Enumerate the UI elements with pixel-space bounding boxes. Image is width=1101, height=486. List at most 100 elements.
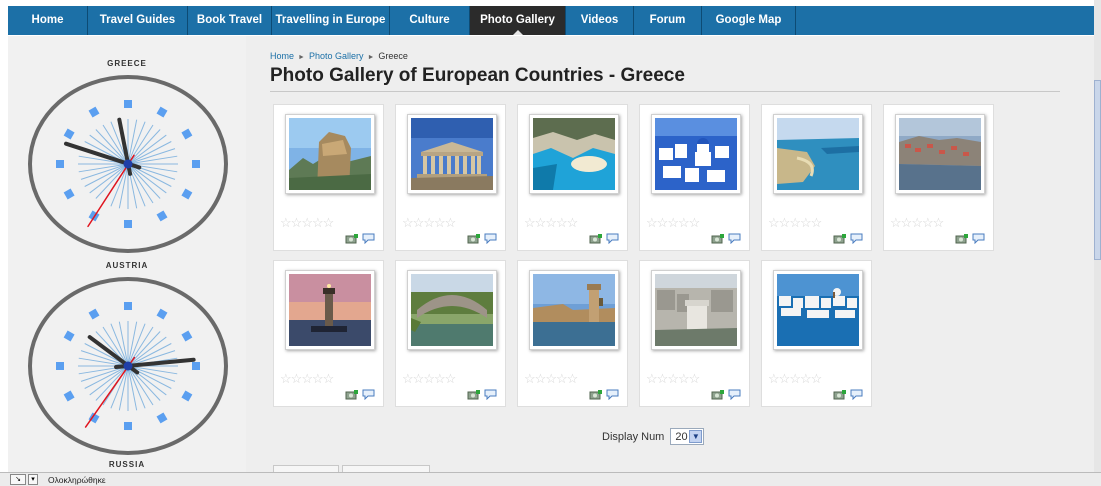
comment-icon[interactable] (850, 233, 864, 244)
star-icon[interactable]: ☆ (535, 215, 547, 230)
photo-thumbnail[interactable] (529, 114, 619, 194)
photo-thumbnail[interactable] (651, 270, 741, 350)
star-icon[interactable]: ☆ (312, 371, 324, 386)
star-icon[interactable]: ☆ (423, 371, 435, 386)
comment-icon[interactable] (484, 389, 498, 400)
add-photo-icon[interactable] (833, 389, 847, 400)
star-icon[interactable]: ☆ (768, 215, 780, 230)
star-icon[interactable]: ☆ (556, 215, 568, 230)
nav-item-home[interactable]: Home (8, 6, 88, 35)
photo-thumbnail[interactable] (285, 114, 375, 194)
star-icon[interactable]: ☆ (779, 371, 791, 386)
star-icon[interactable]: ☆ (933, 215, 945, 230)
add-photo-icon[interactable] (955, 233, 969, 244)
comment-icon[interactable] (484, 233, 498, 244)
star-rating[interactable]: ☆☆☆☆☆ (524, 215, 579, 231)
star-icon[interactable]: ☆ (556, 371, 568, 386)
star-icon[interactable]: ☆ (890, 215, 902, 230)
star-rating[interactable]: ☆☆☆☆☆ (646, 371, 701, 387)
star-rating[interactable]: ☆☆☆☆☆ (646, 215, 701, 231)
page-scrollbar[interactable] (1094, 0, 1101, 472)
breadcrumb-photo-gallery[interactable]: Photo Gallery (309, 51, 364, 61)
add-photo-icon[interactable] (711, 233, 725, 244)
photo-thumbnail[interactable] (285, 270, 375, 350)
star-icon[interactable]: ☆ (312, 215, 324, 230)
star-icon[interactable]: ☆ (434, 215, 446, 230)
chevron-down-icon[interactable]: ▼ (689, 430, 703, 443)
photo-thumbnail[interactable] (407, 114, 497, 194)
nav-item-travel-guides[interactable]: Travel Guides (88, 6, 188, 35)
star-icon[interactable]: ☆ (445, 371, 457, 386)
star-icon[interactable]: ☆ (402, 215, 414, 230)
photo-thumbnail[interactable] (407, 270, 497, 350)
nav-item-videos[interactable]: Videos (566, 6, 634, 35)
add-photo-icon[interactable] (467, 389, 481, 400)
star-icon[interactable]: ☆ (301, 215, 313, 230)
nav-item-culture[interactable]: Culture (390, 6, 470, 35)
star-icon[interactable]: ☆ (301, 371, 313, 386)
star-icon[interactable]: ☆ (535, 371, 547, 386)
star-icon[interactable]: ☆ (323, 371, 335, 386)
star-icon[interactable]: ☆ (646, 215, 658, 230)
star-icon[interactable]: ☆ (413, 371, 425, 386)
photo-thumbnail[interactable] (773, 114, 863, 194)
star-icon[interactable]: ☆ (413, 215, 425, 230)
add-photo-icon[interactable] (589, 389, 603, 400)
star-icon[interactable]: ☆ (678, 371, 690, 386)
status-dropdown-icon[interactable]: ▾ (28, 474, 38, 485)
star-icon[interactable]: ☆ (811, 215, 823, 230)
nav-item-book-travel[interactable]: Book Travel (188, 6, 272, 35)
star-icon[interactable]: ☆ (545, 215, 557, 230)
star-rating[interactable]: ☆☆☆☆☆ (280, 371, 335, 387)
star-icon[interactable]: ☆ (667, 371, 679, 386)
star-icon[interactable]: ☆ (678, 215, 690, 230)
comment-icon[interactable] (728, 389, 742, 400)
star-icon[interactable]: ☆ (291, 371, 303, 386)
star-icon[interactable]: ☆ (911, 215, 923, 230)
star-icon[interactable]: ☆ (567, 215, 579, 230)
add-photo-icon[interactable] (345, 389, 359, 400)
star-icon[interactable]: ☆ (689, 371, 701, 386)
add-photo-icon[interactable] (589, 233, 603, 244)
scrollbar-thumb[interactable] (1094, 80, 1101, 260)
display-num-select[interactable]: 20 ▼ (670, 428, 705, 445)
star-rating[interactable]: ☆☆☆☆☆ (402, 371, 457, 387)
nav-item-forum[interactable]: Forum (634, 6, 702, 35)
comment-icon[interactable] (606, 233, 620, 244)
star-rating[interactable]: ☆☆☆☆☆ (768, 215, 823, 231)
star-icon[interactable]: ☆ (323, 215, 335, 230)
comment-icon[interactable] (728, 233, 742, 244)
star-icon[interactable]: ☆ (524, 371, 536, 386)
star-rating[interactable]: ☆☆☆☆☆ (768, 371, 822, 387)
star-icon[interactable]: ☆ (800, 371, 812, 386)
star-icon[interactable]: ☆ (280, 371, 292, 386)
comment-icon[interactable] (850, 389, 864, 400)
star-icon[interactable]: ☆ (646, 371, 658, 386)
star-rating[interactable]: ☆☆☆☆☆ (402, 215, 456, 231)
add-photo-icon[interactable] (833, 233, 847, 244)
nav-item-photo-gallery[interactable]: Photo Gallery (470, 6, 566, 35)
star-icon[interactable]: ☆ (768, 371, 780, 386)
star-rating[interactable]: ☆☆☆☆☆ (280, 215, 335, 231)
breadcrumb-home[interactable]: Home (270, 51, 294, 61)
comment-icon[interactable] (362, 233, 376, 244)
add-photo-icon[interactable] (467, 233, 481, 244)
add-photo-icon[interactable] (345, 233, 359, 244)
nav-item-google-map[interactable]: Google Map (702, 6, 796, 35)
star-icon[interactable]: ☆ (423, 215, 435, 230)
star-icon[interactable]: ☆ (789, 215, 801, 230)
star-icon[interactable]: ☆ (567, 371, 579, 386)
photo-thumbnail[interactable] (895, 114, 985, 194)
star-icon[interactable]: ☆ (779, 215, 791, 230)
photo-thumbnail[interactable] (651, 114, 741, 194)
star-icon[interactable]: ☆ (922, 215, 934, 230)
star-icon[interactable]: ☆ (402, 371, 414, 386)
nav-item-travelling-in-europe[interactable]: Travelling in Europe (272, 6, 390, 35)
star-icon[interactable]: ☆ (689, 215, 701, 230)
star-icon[interactable]: ☆ (657, 215, 669, 230)
photo-thumbnail[interactable] (529, 270, 619, 350)
star-rating[interactable]: ☆☆☆☆☆ (890, 215, 945, 231)
comment-icon[interactable] (606, 389, 620, 400)
comment-icon[interactable] (362, 389, 376, 400)
comment-icon[interactable] (972, 233, 986, 244)
